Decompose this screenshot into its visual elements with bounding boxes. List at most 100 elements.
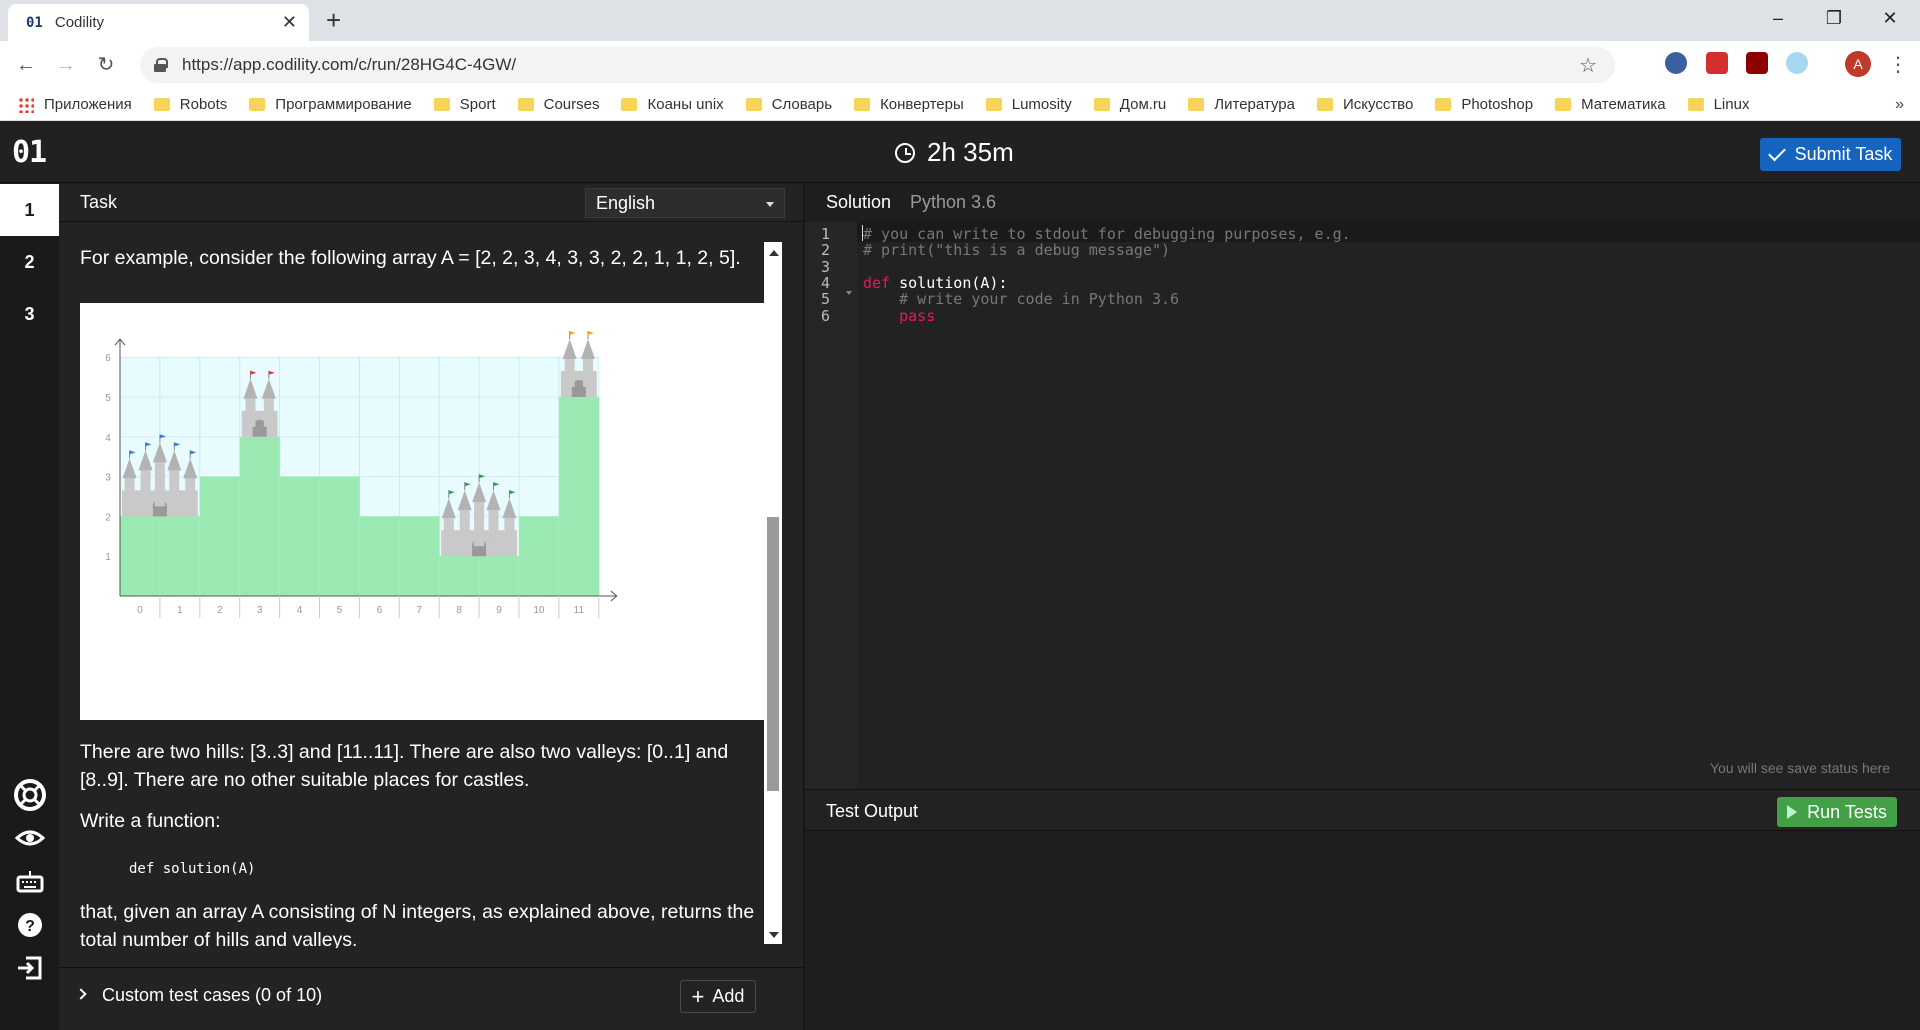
flag bbox=[588, 331, 595, 335]
bookmark-item[interactable]: Программирование bbox=[249, 96, 412, 113]
back-icon[interactable]: ← bbox=[12, 52, 40, 80]
code-line[interactable]: # print("this is a debug message") bbox=[863, 241, 1170, 259]
tab-solution[interactable]: Solution bbox=[826, 192, 891, 213]
folder-icon bbox=[854, 98, 871, 111]
bookmark-item[interactable]: Математика bbox=[1555, 96, 1666, 113]
browser-tab[interactable]: 01 Codility ✕ bbox=[8, 4, 309, 41]
keyword: def bbox=[863, 273, 891, 292]
bookmark-item[interactable]: Конвертеры bbox=[854, 96, 964, 113]
folder-icon bbox=[1093, 98, 1110, 111]
close-window-icon[interactable]: ✕ bbox=[1870, 6, 1910, 30]
custom-test-cases-label[interactable]: Custom test cases (0 of 10) bbox=[102, 985, 322, 1006]
y-tick-label: 5 bbox=[105, 393, 111, 404]
new-tab-button[interactable]: + bbox=[326, 6, 341, 34]
plus-icon: + bbox=[691, 983, 705, 1009]
bookmark-star-icon[interactable]: ☆ bbox=[1579, 53, 1597, 78]
bar bbox=[439, 556, 480, 596]
task-nav-2[interactable]: 2 bbox=[0, 236, 59, 288]
bookmark-item[interactable]: Дом.ru bbox=[1093, 96, 1166, 113]
extension-cloud-icon[interactable] bbox=[1786, 52, 1808, 74]
extension-gear-icon[interactable] bbox=[1665, 52, 1687, 74]
address-bar[interactable]: https://app.codility.com/c/run/28HG4C-4G… bbox=[140, 47, 1615, 83]
castle-tower bbox=[564, 359, 575, 387]
svg-text:?: ? bbox=[25, 918, 35, 935]
castle-tower bbox=[583, 359, 594, 387]
bookmark-item[interactable]: Sport bbox=[433, 96, 496, 113]
bookmark-item[interactable]: Lumosity bbox=[985, 96, 1072, 113]
extension-pdf-icon[interactable] bbox=[1746, 52, 1768, 74]
add-test-case-button[interactable]: + Add bbox=[680, 980, 756, 1013]
forward-icon[interactable]: → bbox=[52, 52, 80, 80]
task-scrollbar-thumb[interactable] bbox=[767, 517, 779, 791]
add-label: Add bbox=[712, 986, 745, 1006]
line-number: 4 bbox=[821, 273, 831, 292]
submit-task-button[interactable]: Submit Task bbox=[1760, 138, 1901, 171]
code-line[interactable]: def solution(A): bbox=[863, 274, 1008, 292]
codility-logo: 01 bbox=[12, 135, 47, 170]
bookmark-item[interactable]: Литература bbox=[1188, 96, 1295, 113]
hills-chart-svg: 0 1 2 3 4 5 6 7 8 9 10 11123456 bbox=[105, 331, 618, 618]
castle-tower bbox=[169, 470, 180, 507]
browser-tabstrip: 01 Codility ✕ + – ❐ ✕ bbox=[0, 0, 1920, 41]
x-tick-label: 7 bbox=[416, 605, 422, 616]
bookmark-label: Sport bbox=[459, 96, 496, 113]
folder-icon bbox=[745, 98, 762, 111]
bookmark-item[interactable]: Коаны unix bbox=[621, 96, 724, 113]
url-text[interactable]: https://app.codility.com/c/run/28HG4C-4G… bbox=[182, 55, 516, 75]
castle-tower bbox=[154, 462, 165, 507]
task-rail: 1 2 3 ? bbox=[0, 184, 59, 1030]
profile-avatar[interactable]: A bbox=[1845, 51, 1871, 77]
reload-icon[interactable]: ↻ bbox=[92, 52, 120, 80]
task-nav-3[interactable]: 3 bbox=[0, 288, 59, 340]
bar bbox=[239, 436, 281, 596]
bookmark-item[interactable]: Courses bbox=[517, 96, 599, 113]
castle-tower bbox=[124, 478, 135, 507]
app-header: 01 2h 35m Submit Task bbox=[0, 121, 1920, 183]
minimize-icon[interactable]: – bbox=[1758, 6, 1798, 30]
bookmark-item[interactable]: Photoshop bbox=[1435, 96, 1533, 113]
scroll-up-icon[interactable] bbox=[769, 250, 779, 256]
folder-icon bbox=[621, 98, 638, 111]
code-line[interactable]: pass bbox=[863, 307, 935, 325]
run-tests-button[interactable]: Run Tests bbox=[1777, 797, 1897, 827]
bookmark-item[interactable]: Приложения bbox=[44, 96, 132, 113]
extension-book-icon[interactable] bbox=[1706, 52, 1728, 74]
x-tick-label: 8 bbox=[456, 605, 462, 616]
keyboard-icon[interactable] bbox=[12, 864, 48, 900]
folder-icon bbox=[1316, 98, 1333, 111]
bookmark-label: Программирование bbox=[275, 96, 412, 113]
bookmark-item[interactable]: Linux bbox=[1687, 96, 1749, 113]
code-line[interactable]: # you can write to stdout for debugging … bbox=[863, 225, 1351, 243]
exit-icon[interactable] bbox=[12, 950, 48, 986]
folder-icon bbox=[985, 98, 1002, 111]
x-tick-label: 10 bbox=[533, 605, 545, 616]
task-nav-1[interactable]: 1 bbox=[0, 184, 59, 236]
bookmark-item[interactable]: Robots bbox=[153, 96, 227, 113]
browser-menu-icon[interactable]: ⋮ bbox=[1888, 52, 1908, 77]
task-panel: Task English For example, consider the f… bbox=[59, 184, 804, 1030]
restore-icon[interactable]: ❐ bbox=[1814, 6, 1854, 30]
x-tick-label: 11 bbox=[574, 605, 585, 616]
bookmark-label: Photoshop bbox=[1461, 96, 1534, 113]
chevron-right-icon[interactable] bbox=[75, 988, 87, 1000]
bookmark-item[interactable]: Искусство bbox=[1316, 96, 1413, 113]
help-icon[interactable]: ? bbox=[12, 907, 48, 943]
timer-value: 2h 35m bbox=[927, 137, 1014, 167]
y-tick-label: 3 bbox=[105, 473, 111, 484]
lifebuoy-icon[interactable] bbox=[12, 777, 48, 813]
tab-language[interactable]: Python 3.6 bbox=[910, 192, 996, 213]
apps-grid-icon[interactable] bbox=[18, 96, 34, 113]
code-line[interactable]: # write your code in Python 3.6 bbox=[863, 290, 1179, 308]
folder-icon bbox=[517, 98, 534, 111]
bookmarks-overflow-icon[interactable]: » bbox=[1895, 96, 1904, 114]
scroll-down-icon[interactable] bbox=[769, 932, 779, 938]
x-tick-label: 3 bbox=[257, 605, 263, 616]
keyword: pass bbox=[899, 306, 936, 325]
eye-icon[interactable] bbox=[12, 820, 48, 856]
bookmark-item[interactable]: Словарь bbox=[745, 96, 832, 113]
run-tests-label: Run Tests bbox=[1807, 801, 1887, 822]
test-output-header: Test Output Run Tests bbox=[805, 789, 1920, 831]
code-editor[interactable]: You will see save status here 1 # you can… bbox=[805, 222, 1920, 789]
language-select[interactable]: English bbox=[585, 188, 785, 218]
close-tab-icon[interactable]: ✕ bbox=[282, 12, 297, 33]
